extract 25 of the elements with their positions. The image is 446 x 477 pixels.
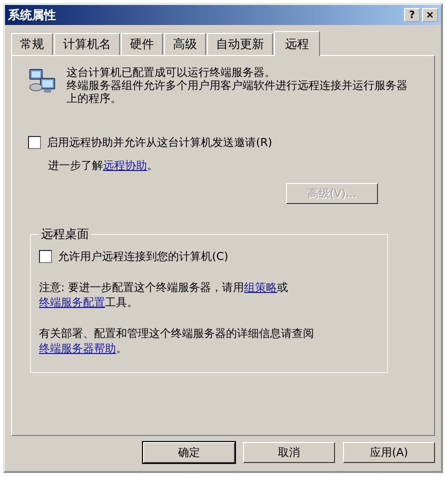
learn-more-text: 进一步了解远程协助。 — [48, 158, 159, 173]
tab[interactable]: 计算机名 — [54, 33, 120, 55]
help-link[interactable]: 组策略 — [244, 281, 278, 294]
close-button[interactable]: × — [422, 8, 438, 22]
help-link[interactable]: 终端服务器帮助 — [39, 342, 116, 355]
tab[interactable]: 远程 — [274, 31, 320, 56]
tab[interactable]: 硬件 — [121, 33, 163, 55]
help-link[interactable]: 终端服务配置 — [39, 296, 105, 309]
checkbox-label[interactable]: 启用远程协助并允许从这台计算机发送邀请(R) — [47, 135, 272, 150]
group-title: 远程桌面 — [40, 226, 90, 243]
dialog-button[interactable]: 取消 — [243, 442, 335, 463]
checkbox[interactable] — [28, 136, 41, 149]
tab[interactable]: 自动更新 — [207, 33, 273, 55]
note-text: 注意: 要进一步配置这个终端服务器，请用组策略或 终端服务配置工具。 — [39, 280, 290, 310]
dialog-button[interactable]: 应用(A) — [343, 442, 435, 463]
help-link[interactable]: 远程协助 — [103, 159, 147, 172]
note-text: 有关部署、配置和管理这个终端服务器的详细信息请查阅 终端服务器帮助。 — [39, 326, 315, 356]
tab[interactable]: 高级 — [164, 33, 206, 55]
dialog-button[interactable]: 确定 — [143, 442, 235, 463]
checkbox[interactable] — [39, 250, 52, 263]
tab[interactable]: 常规 — [11, 33, 53, 55]
description-text: 这台计算机已配置成可以运行终端服务器。 终端服务器组件允许多个用户用客户端软件进行远程连接并运行服务器上的程序。 — [66, 66, 408, 105]
checkbox-label[interactable]: 允许用户远程连接到您的计算机(C) — [58, 249, 228, 264]
help-button[interactable]: ? — [404, 8, 420, 22]
window-title: 系统属性 — [8, 6, 57, 24]
